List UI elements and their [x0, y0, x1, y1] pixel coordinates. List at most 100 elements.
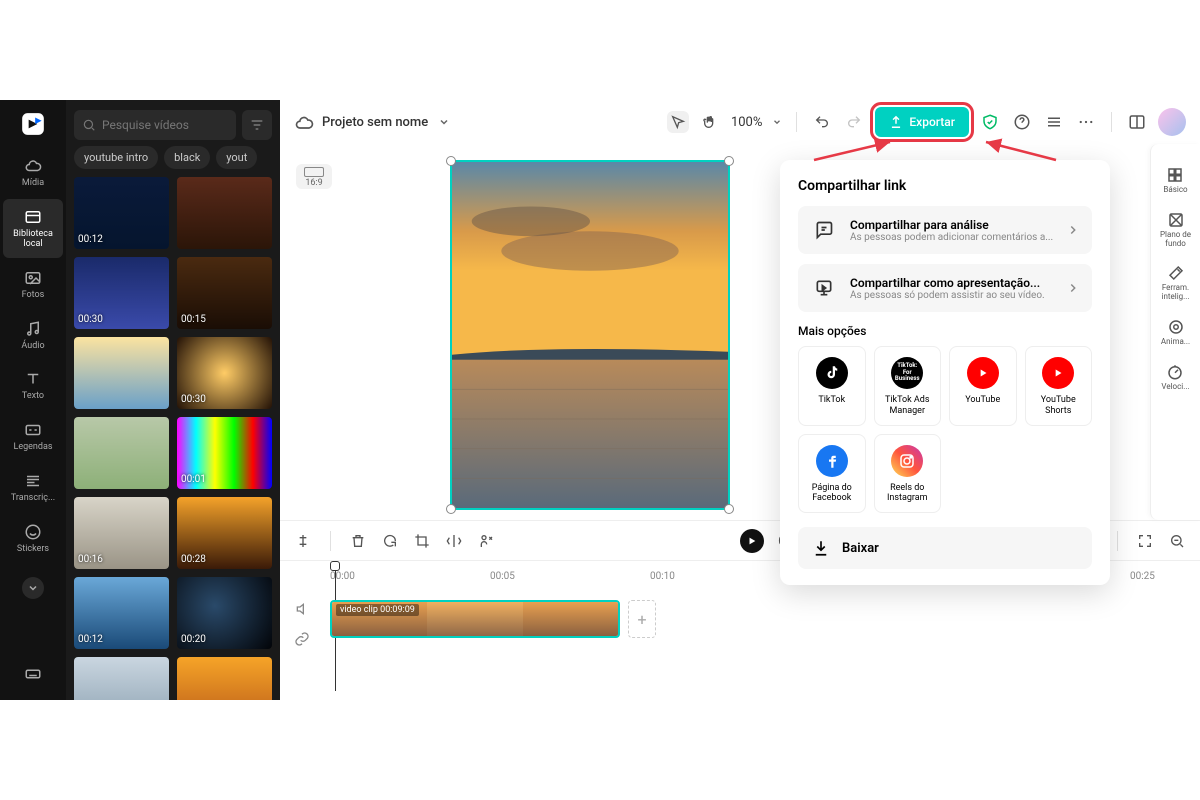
chip[interactable]: black [164, 146, 210, 169]
right-tool-panel: Básico Plano de fundo Ferram. intelig...… [1150, 144, 1200, 520]
fullscreen-icon[interactable] [1136, 532, 1154, 550]
share-presentation-card[interactable]: Compartilhar como apresentação... As pes… [798, 264, 1092, 312]
chip[interactable]: yout [216, 146, 257, 169]
redo-button[interactable] [843, 111, 865, 133]
zoom-value[interactable]: 100% [731, 115, 762, 130]
tool-basic[interactable]: Básico [1161, 162, 1189, 199]
download-button[interactable]: Baixar [798, 527, 1092, 569]
chevron-down-icon[interactable] [438, 116, 450, 128]
nav-keyboard[interactable] [3, 656, 63, 692]
export-button[interactable]: Exportar [875, 107, 969, 137]
nav-photos[interactable]: Fotos [3, 260, 63, 309]
nav-label: Texto [22, 392, 44, 402]
media-thumbnail[interactable]: 00:30 [177, 337, 272, 409]
media-thumbnail[interactable]: 00:28 [177, 497, 272, 569]
thumb-duration: 00:01 [181, 474, 206, 485]
chevron-down-icon[interactable] [772, 117, 782, 127]
layout-icon[interactable] [1126, 111, 1148, 133]
tool-label: Básico [1163, 186, 1187, 195]
mirror-icon[interactable] [445, 532, 463, 550]
split-icon[interactable] [294, 532, 312, 550]
stack-icon[interactable] [1043, 111, 1065, 133]
resize-handle[interactable] [724, 504, 734, 514]
media-thumbnail[interactable] [74, 337, 169, 409]
resize-handle[interactable] [724, 156, 734, 166]
nav-label: Fotos [22, 291, 45, 301]
media-thumbnail[interactable]: 00:12 [74, 177, 169, 249]
nav-captions[interactable]: Legendas [3, 412, 63, 461]
media-thumbnail[interactable]: 00:15 [177, 257, 272, 329]
nav-label: Transcriç... [11, 494, 55, 504]
nav-media[interactable]: Mídia [3, 148, 63, 197]
share-tile[interactable]: TikTok [798, 346, 866, 426]
chevron-right-icon [1066, 281, 1080, 295]
search-icon [82, 118, 96, 132]
filter-button[interactable] [242, 110, 272, 140]
aspect-label: 16:9 [304, 178, 324, 188]
media-thumbnail[interactable]: 00:09 [177, 657, 272, 700]
video-frame[interactable] [450, 160, 730, 510]
speed-icon [1166, 363, 1184, 381]
annotation-arrow [810, 136, 900, 166]
media-thumbnail[interactable]: 00:12 [74, 577, 169, 649]
trash-icon[interactable] [349, 532, 367, 550]
download-label: Baixar [842, 541, 879, 556]
video-clip[interactable]: video clip 00:09:09 [330, 600, 620, 638]
share-tile-label: Página do Facebook [803, 483, 861, 505]
nav-local-library[interactable]: Biblioteca local [3, 199, 63, 258]
share-tile-label: YouTube Shorts [1030, 395, 1088, 417]
zoom-out-icon[interactable] [1168, 532, 1186, 550]
share-tile[interactable]: YouTube Shorts [1025, 346, 1093, 426]
aspect-ratio-badge[interactable]: 16:9 [296, 164, 332, 189]
more-icon[interactable] [1075, 111, 1097, 133]
photo-icon [23, 268, 43, 288]
sticker-icon [23, 522, 43, 542]
mute-icon[interactable] [294, 601, 322, 617]
cloud-sync-icon[interactable] [294, 113, 312, 131]
nav-transcription[interactable]: Transcriç... [3, 463, 63, 512]
share-tile-icon [967, 357, 999, 389]
media-thumbnail[interactable]: 00:58 [74, 657, 169, 700]
tool-smart[interactable]: Ferram. intelig... [1151, 260, 1200, 306]
divider [1111, 112, 1112, 132]
play-button[interactable] [740, 529, 764, 553]
search-input[interactable]: Pesquise vídeos [74, 110, 236, 140]
share-tile[interactable]: Reels do Instagram [874, 434, 942, 514]
media-thumbnail[interactable]: 00:16 [74, 497, 169, 569]
share-tile[interactable]: Página do Facebook [798, 434, 866, 514]
cutout-icon[interactable] [477, 532, 495, 550]
nav-stickers[interactable]: Stickers [3, 514, 63, 563]
resize-handle[interactable] [446, 156, 456, 166]
chip[interactable]: youtube intro [74, 146, 158, 169]
project-name[interactable]: Projeto sem nome [322, 115, 428, 130]
hand-tool[interactable] [699, 111, 721, 133]
export-label: Exportar [909, 115, 955, 129]
share-tile-label: Reels do Instagram [879, 483, 937, 505]
undo-button[interactable] [811, 111, 833, 133]
nav-collapse[interactable] [3, 569, 63, 607]
add-clip-button[interactable]: + [628, 600, 656, 638]
media-thumbnail[interactable]: 00:30 [74, 257, 169, 329]
crop-icon[interactable] [413, 532, 431, 550]
shield-icon[interactable] [979, 111, 1001, 133]
help-icon[interactable] [1011, 111, 1033, 133]
media-thumbnail[interactable] [74, 417, 169, 489]
nav-label: Áudio [21, 342, 44, 352]
tool-animation[interactable]: Anima... [1159, 314, 1192, 351]
cursor-tool[interactable] [667, 111, 689, 133]
link-icon[interactable] [294, 631, 322, 647]
share-tile[interactable]: TikTok:For BusinessTikTok Ads Manager [874, 346, 942, 426]
tool-background[interactable]: Plano de fundo [1151, 207, 1200, 253]
rotate-icon[interactable] [381, 532, 399, 550]
media-thumbnail[interactable]: 00:01 [177, 417, 272, 489]
share-review-card[interactable]: Compartilhar para análise As pessoas pod… [798, 206, 1092, 254]
media-thumbnail[interactable] [177, 177, 272, 249]
media-thumbnail[interactable]: 00:20 [177, 577, 272, 649]
resize-handle[interactable] [446, 504, 456, 514]
nav-audio[interactable]: Áudio [3, 311, 63, 360]
nav-text[interactable]: Texto [3, 361, 63, 410]
tool-speed[interactable]: Veloci... [1159, 359, 1191, 396]
user-avatar[interactable] [1158, 108, 1186, 136]
video-preview [452, 162, 728, 508]
share-tile[interactable]: YouTube [949, 346, 1017, 426]
